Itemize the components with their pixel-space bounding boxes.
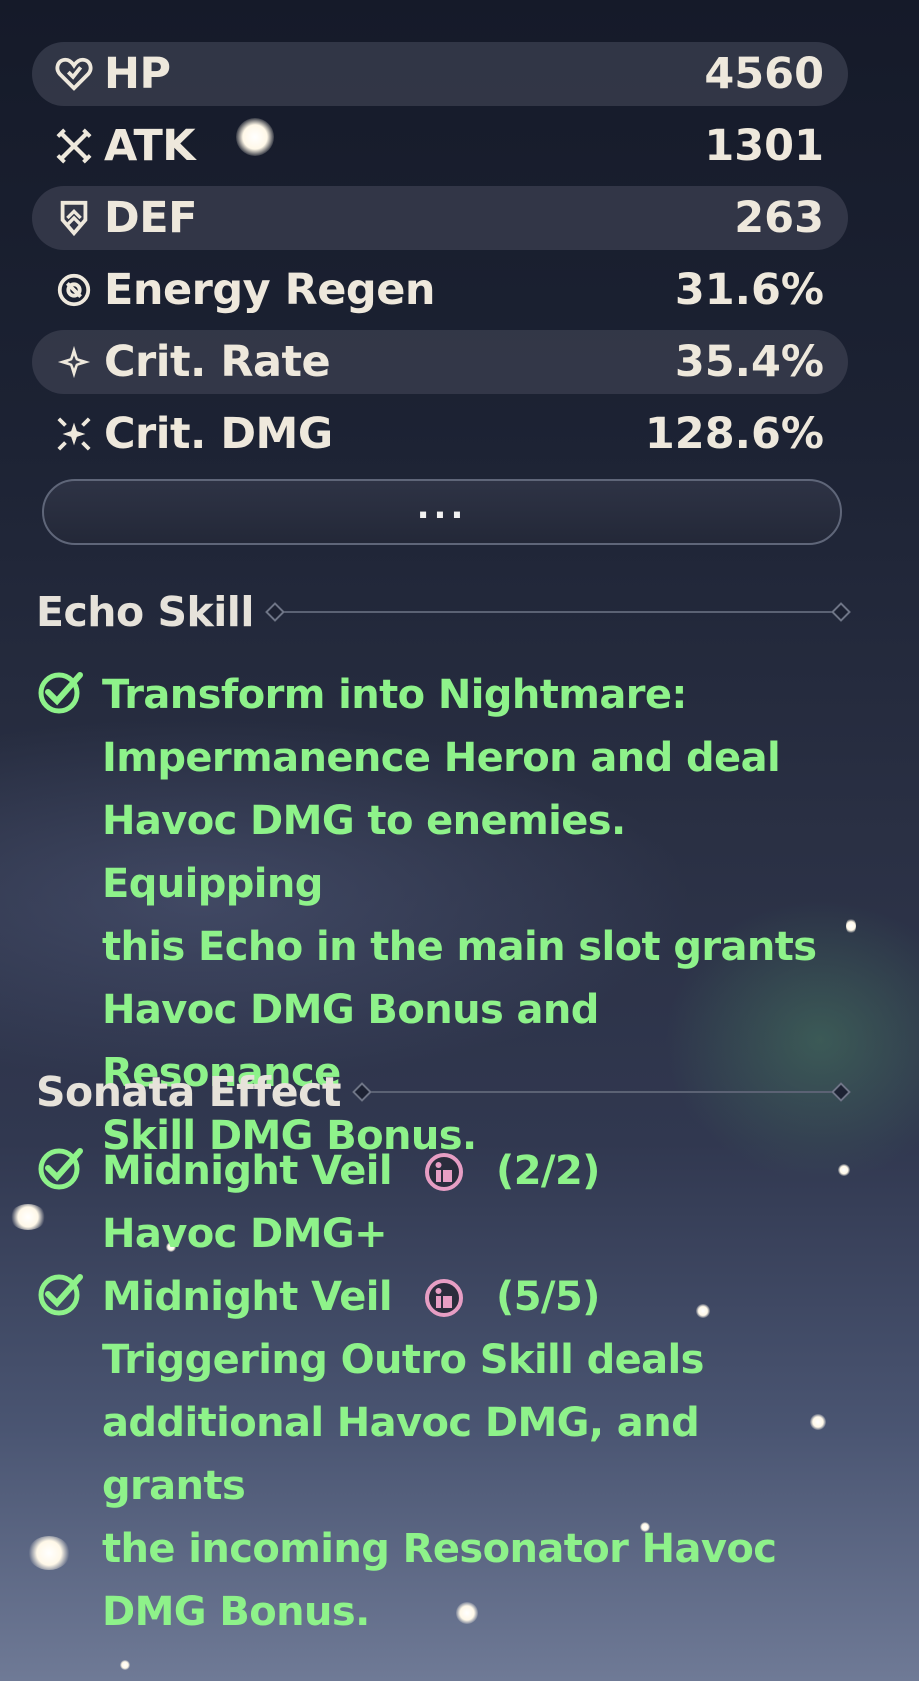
crit-dmg-icon [52, 412, 96, 456]
stat-value: 263 [734, 193, 824, 243]
stat-label: Crit. DMG [104, 409, 333, 459]
sparkle [120, 1660, 130, 1670]
expand-stats-button[interactable]: ... [42, 479, 842, 545]
effect-line: the incoming Resonator Havoc [102, 1526, 777, 1572]
stat-value: 4560 [704, 49, 824, 99]
crossed-swords-icon [52, 124, 96, 168]
effect-line: DMG Bonus. [102, 1589, 370, 1635]
sonata-badge-icon [425, 1152, 464, 1191]
effect-line: Impermanence Heron and deal [102, 735, 781, 781]
stat-row-energy-regen: Energy Regen 31.6% [32, 258, 848, 322]
section-title: Sonata Effect [36, 1068, 341, 1116]
shield-icon [52, 196, 96, 240]
sonata-badge-icon [425, 1278, 464, 1317]
stat-label: ATK [104, 121, 196, 171]
stat-value: 128.6% [644, 409, 824, 459]
stat-row-def: DEF 263 [32, 186, 848, 250]
sonata-piece-count: (2/2) [496, 1148, 600, 1194]
sonata-item-2pc: Midnight Veil (2/2) Havoc DMG+ [36, 1140, 846, 1266]
effect-line: Havoc DMG+ [102, 1211, 388, 1257]
sonata-name-line: Midnight Veil (2/2) [102, 1140, 600, 1203]
section-title: Echo Skill [36, 588, 254, 636]
stat-label: DEF [104, 193, 197, 243]
crit-rate-icon [52, 340, 96, 384]
stats-panel: HP 4560 ATK 1301 DEF 263 Energy Regen 31… [32, 42, 848, 474]
check-icon [38, 1148, 83, 1190]
stat-label: Crit. Rate [104, 337, 331, 387]
sonata-piece-count: (5/5) [496, 1274, 600, 1320]
stat-value: 31.6% [674, 265, 824, 315]
stat-row-atk: ATK 1301 [32, 114, 848, 178]
stat-label: HP [104, 49, 171, 99]
effect-line: Triggering Outro Skill deals [102, 1337, 704, 1383]
check-icon [38, 1274, 83, 1316]
sonata-effect-header: Sonata Effect [36, 1064, 846, 1120]
sonata-set-name: Midnight Veil [102, 1274, 393, 1320]
sonata-item-5pc: Midnight Veil (5/5) Triggering Outro Ski… [36, 1266, 846, 1644]
stat-label: Energy Regen [104, 265, 435, 315]
effect-line: this Echo in the main slot grants [102, 924, 817, 970]
sparkle [846, 918, 856, 934]
sonata-description: Midnight Veil (2/2) Havoc DMG+ [102, 1140, 600, 1266]
section-divider [362, 1091, 846, 1093]
effect-line: Havoc DMG to enemies. Equipping [102, 798, 626, 907]
sonata-set-name: Midnight Veil [102, 1148, 393, 1194]
more-dots-label: ... [416, 487, 468, 527]
section-divider [275, 611, 846, 613]
effect-line: additional Havoc DMG, and grants [102, 1400, 700, 1509]
stat-row-crit-dmg: Crit. DMG 128.6% [32, 402, 848, 466]
sonata-name-line: Midnight Veil (5/5) [102, 1266, 846, 1329]
stat-value: 35.4% [674, 337, 824, 387]
check-icon [38, 672, 83, 714]
stat-value: 1301 [704, 121, 824, 171]
heart-icon [52, 52, 96, 96]
energy-regen-icon [52, 268, 96, 312]
sonata-effect-section: Sonata Effect Midnight Veil (2/2) Havoc … [36, 1064, 846, 1644]
echo-skill-header: Echo Skill [36, 584, 846, 640]
effect-line: Transform into Nightmare: [102, 672, 687, 718]
stat-row-crit-rate: Crit. Rate 35.4% [32, 330, 848, 394]
stat-row-hp: HP 4560 [32, 42, 848, 106]
sonata-description: Midnight Veil (5/5) Triggering Outro Ski… [102, 1266, 846, 1644]
